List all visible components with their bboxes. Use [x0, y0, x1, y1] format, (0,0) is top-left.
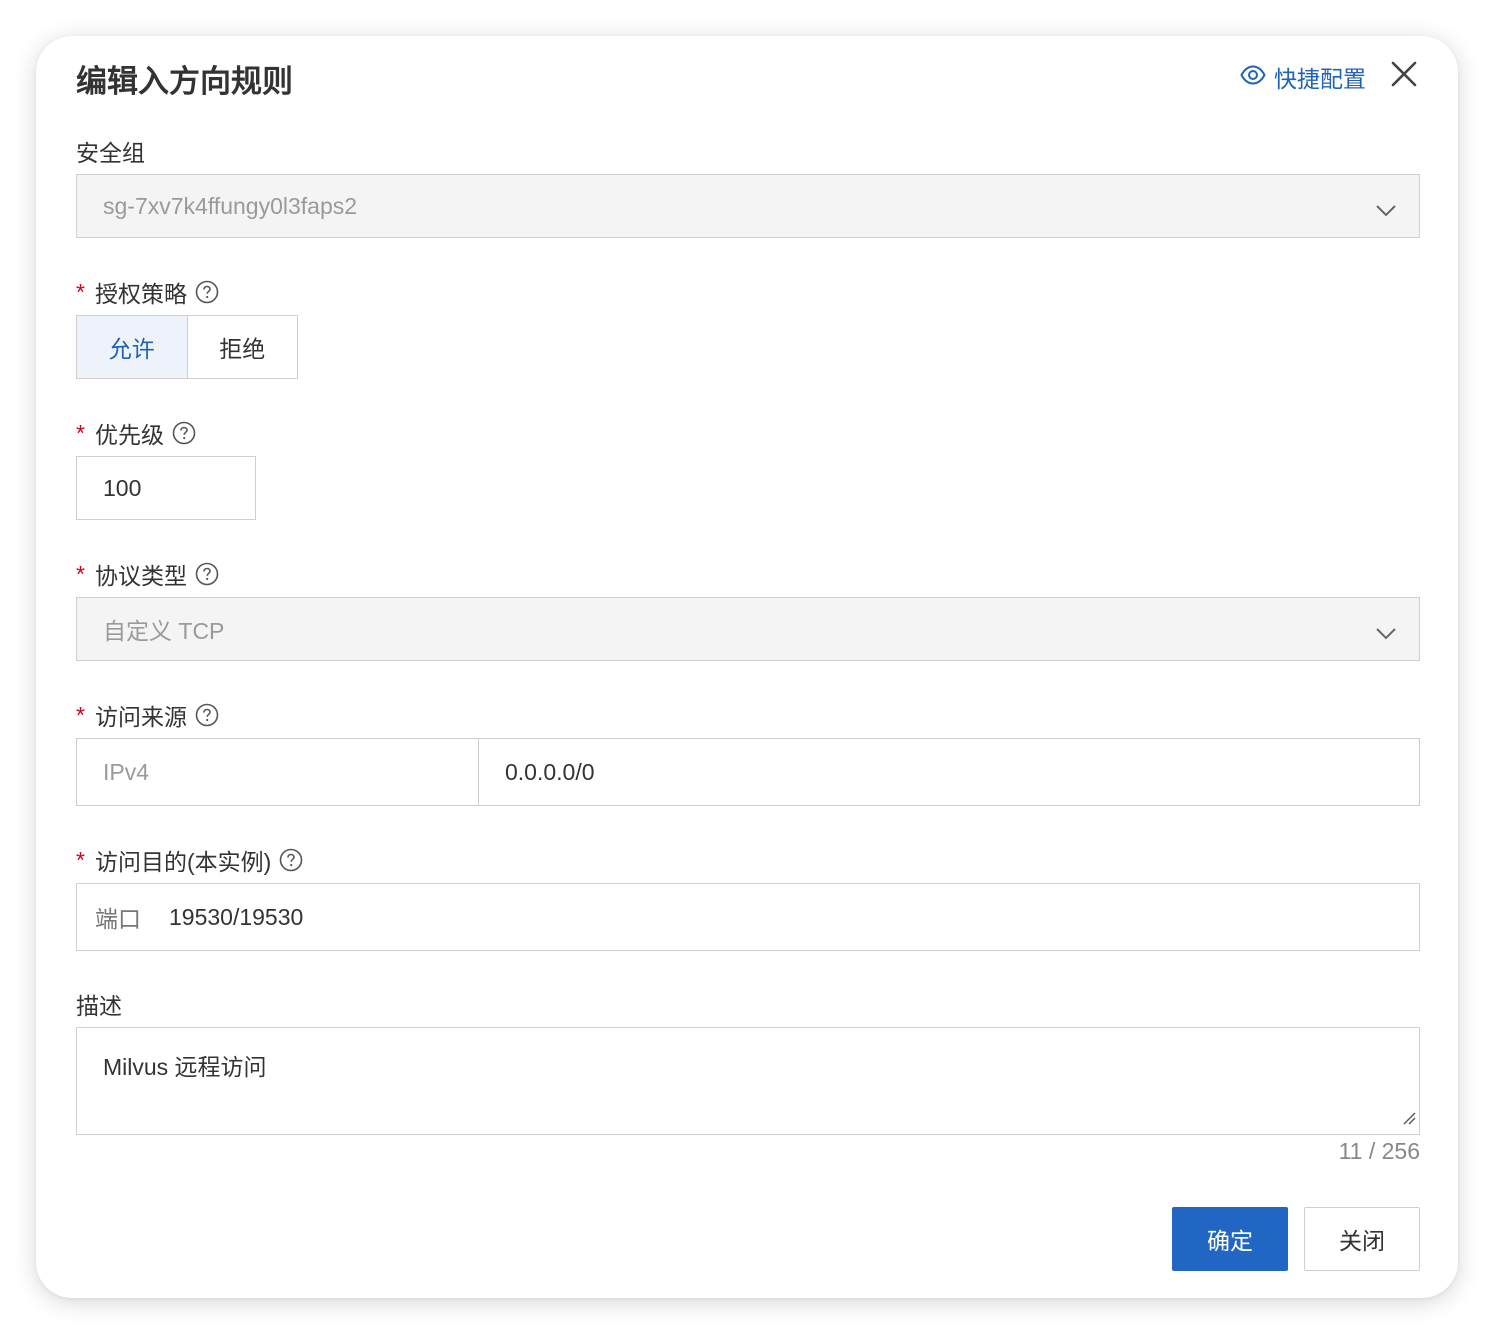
- eye-icon: [1240, 64, 1274, 91]
- destination-label-text: 访问目的(本实例): [94, 849, 272, 875]
- source-label: * 访问来源: [76, 698, 219, 732]
- help-icon[interactable]: [172, 421, 196, 445]
- required-mark: *: [76, 278, 85, 305]
- required-mark: *: [76, 846, 85, 873]
- help-icon[interactable]: [195, 703, 219, 727]
- priority-label-text: 优先级: [94, 422, 164, 448]
- description-label-text: 描述: [76, 993, 122, 1019]
- description-value: Milvus 远程访问: [103, 1054, 267, 1080]
- quick-config-label: 快捷配置: [1274, 66, 1366, 92]
- protocol-select[interactable]: 自定义 TCP: [76, 597, 1420, 661]
- security-group-select[interactable]: sg-7xv7k4ffungy0l3faps2: [76, 174, 1420, 238]
- help-icon[interactable]: [279, 848, 303, 872]
- dialog-title: 编辑入方向规则: [76, 64, 293, 99]
- edit-inbound-rule-dialog: 编辑入方向规则 快捷配置 安全组 sg-7xv7k4ffungy0l3faps2…: [36, 36, 1458, 1298]
- description-label: 描述: [76, 987, 122, 1021]
- deny-option[interactable]: 拒绝: [188, 316, 298, 378]
- security-group-value: sg-7xv7k4ffungy0l3faps2: [103, 192, 358, 219]
- help-icon[interactable]: [195, 562, 219, 586]
- required-mark: *: [76, 701, 85, 728]
- source-label-text: 访问来源: [94, 704, 187, 730]
- confirm-button[interactable]: 确定: [1172, 1207, 1288, 1271]
- destination-port-input[interactable]: 端口 19530/19530: [76, 883, 1420, 951]
- source-type-select[interactable]: IPv4: [77, 739, 479, 805]
- char-counter: 11 / 256: [1338, 1138, 1420, 1164]
- quick-config-link[interactable]: 快捷配置: [1240, 60, 1366, 94]
- required-mark: *: [76, 419, 85, 446]
- port-value: 19530/19530: [169, 903, 304, 930]
- protocol-label-text: 协议类型: [94, 563, 187, 589]
- cancel-button[interactable]: 关闭: [1304, 1207, 1420, 1271]
- chevron-down-icon: [1375, 620, 1397, 647]
- description-textarea[interactable]: Milvus 远程访问: [76, 1027, 1420, 1135]
- priority-value: 100: [103, 474, 142, 501]
- security-group-label-text: 安全组: [76, 140, 145, 166]
- auth-policy-label: * 授权策略: [76, 275, 219, 309]
- chevron-down-icon: [1375, 197, 1397, 224]
- priority-input[interactable]: 100: [76, 456, 256, 520]
- help-icon[interactable]: [195, 280, 219, 304]
- allow-option[interactable]: 允许: [77, 316, 188, 378]
- source-type-value: IPv4: [103, 758, 150, 785]
- priority-label: * 优先级: [76, 416, 196, 450]
- source-cidr-value: 0.0.0.0/0: [505, 758, 595, 785]
- source-input-group: IPv4 0.0.0.0/0: [76, 738, 1420, 806]
- protocol-label: * 协议类型: [76, 557, 219, 591]
- auth-policy-segmented: 允许 拒绝: [76, 315, 298, 379]
- port-prefix: 端口: [95, 906, 141, 932]
- auth-policy-label-text: 授权策略: [94, 281, 187, 307]
- protocol-value: 自定义 TCP: [103, 618, 225, 644]
- resize-handle-icon[interactable]: [1400, 1104, 1416, 1131]
- source-cidr-input[interactable]: 0.0.0.0/0: [479, 739, 1419, 805]
- close-icon[interactable]: [1388, 58, 1420, 90]
- required-mark: *: [76, 560, 85, 587]
- security-group-label: 安全组: [76, 134, 145, 168]
- destination-label: * 访问目的(本实例): [76, 843, 303, 877]
